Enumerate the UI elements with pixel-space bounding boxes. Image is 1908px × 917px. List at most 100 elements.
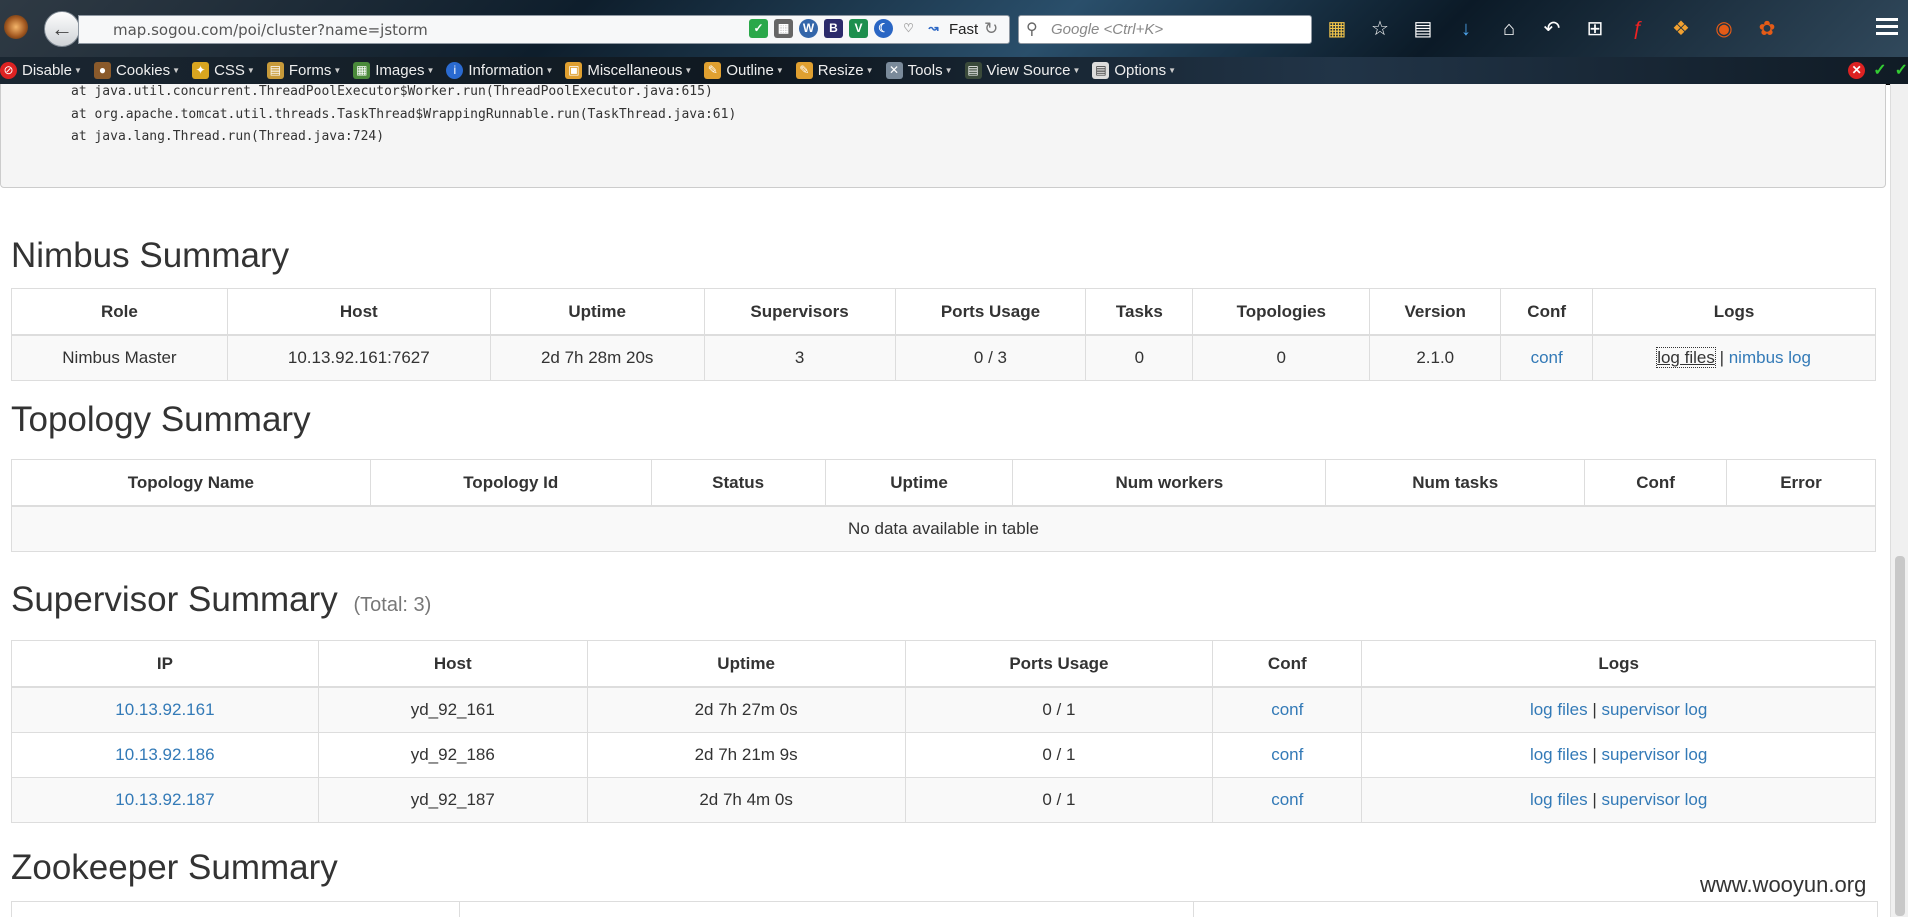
column-header[interactable]: Logs [1361,640,1876,688]
nimbus-host: 10.13.92.161:7627 [226,334,491,381]
column-header[interactable]: Error [1726,459,1876,507]
devbar-disable[interactable]: ⊘ Disable ▼ [0,61,82,79]
column-header[interactable]: Uptime [824,459,1014,507]
menu-icon[interactable] [1876,18,1898,39]
supervisor-conf-cell: conf [1212,686,1363,733]
supervisor-log-files-link[interactable]: log files [1530,700,1588,719]
column-header[interactable]: Ports Usage [904,640,1214,688]
supervisor-ports-usage: 0 / 1 [904,777,1214,823]
column-header[interactable]: Topology Name [11,459,371,507]
column-header[interactable]: Version [1369,288,1502,336]
zigzag-icon[interactable]: ↝ [924,19,943,38]
url-bar[interactable]: map.sogou.com/poi/cluster?name=jstorm ✓ … [78,15,1010,44]
crop-icon[interactable]: ⊞ [1580,15,1610,43]
supervisor-log-files-link[interactable]: log files [1530,745,1588,764]
column-header[interactable]: Num tasks [1325,459,1586,507]
supervisor-conf-link[interactable]: conf [1271,700,1303,719]
check-icon[interactable]: ✓ [1873,60,1886,80]
heart-icon[interactable]: ♡ [899,19,918,38]
column-header[interactable]: Ports Usage [894,288,1087,336]
column-header[interactable]: Host [317,640,588,688]
bookmark-star-icon[interactable]: ☆ [1365,15,1395,43]
devbar-view-source[interactable]: ▤ View Source ▼ [964,61,1080,79]
devbar-forms[interactable]: ▤ Forms ▼ [266,61,341,79]
supervisor-ip-link[interactable]: 10.13.92.161 [115,700,214,719]
home-icon[interactable]: ⌂ [1494,15,1524,43]
tools-icon: ✕ [885,61,903,79]
cookie-icon: ● [93,61,111,79]
column-header[interactable]: Conf [1212,640,1363,688]
devbar-cookies[interactable]: ● Cookies ▼ [93,61,180,79]
column-header[interactable]: Supervisors [703,288,896,336]
bookmarks-list-icon[interactable]: ▤ [1408,15,1438,43]
devbar-outline[interactable]: ✎ Outline ▼ [704,61,784,79]
column-header[interactable]: Topologies [1192,288,1371,336]
flash-icon[interactable]: ƒ [1623,15,1653,43]
devbar-images[interactable]: ▦ Images ▼ [353,61,435,79]
firefox-app-icon[interactable] [4,15,28,39]
nimbus-log-files-link[interactable]: log files [1656,347,1716,368]
supervisor-log-link[interactable]: supervisor log [1601,745,1707,764]
caret-icon: ▼ [865,65,874,75]
empty-table-message: No data available in table [11,505,1876,552]
column-header[interactable]: Num workers [1012,459,1327,507]
supervisor-conf-link[interactable]: conf [1271,790,1303,809]
supervisor-ip-link[interactable]: 10.13.92.186 [115,745,214,764]
supervisor-summary-title: Supervisor Summary (Total: 3) [11,580,431,620]
toolbar-icons: ▦ ☆ ▤ ↓ ⌂ ↶ ⊞ ƒ ❖ ◉ ✿ [1322,15,1782,43]
fox-icon[interactable]: ✿ [1752,15,1782,43]
devbar-tools[interactable]: ✕ Tools ▼ [885,61,953,79]
devbar-items: ⊘ Disable ▼ ● Cookies ▼ ✦ CSS ▼ ▤ Forms ▼ ▦ Image… [0,59,1188,81]
supervisor-uptime: 2d 7h 27m 0s [586,686,906,733]
supervisor-conf-link[interactable]: conf [1271,745,1303,764]
search-bar[interactable]: ⚲ Google <Ctrl+K> [1018,15,1312,44]
devbar-label: Miscellaneous [587,61,683,79]
supervisor-ip-link[interactable]: 10.13.92.187 [115,790,214,809]
column-header[interactable]: Tasks [1085,288,1194,336]
devbar-label: CSS [214,61,245,79]
column-header[interactable]: Conf [1500,288,1594,336]
firebug-icon[interactable]: ❖ [1666,15,1696,43]
devbar-resize[interactable]: ✎ Resize ▼ [795,61,874,79]
addon-icon[interactable]: ◉ [1709,15,1739,43]
column-header[interactable]: Conf [1584,459,1728,507]
supervisor-log-link[interactable]: supervisor log [1601,700,1707,719]
vertical-scrollbar[interactable] [1890,84,1908,917]
error-icon[interactable]: ✕ [1848,61,1866,79]
outline-pencil-icon: ✎ [704,61,722,79]
bold-b-icon[interactable]: B [824,19,843,38]
column-header[interactable]: Host [226,288,491,336]
nimbus-conf-link[interactable]: conf [1531,348,1563,367]
column-header[interactable]: Status [650,459,826,507]
devbar-css[interactable]: ✦ CSS ▼ [192,61,255,79]
download-icon[interactable]: ↓ [1451,15,1481,43]
column-header[interactable]: IP [11,640,319,688]
page-icon[interactable]: ▦ [1322,15,1352,43]
nimbus-log-link[interactable]: nimbus log [1729,348,1811,367]
supervisor-ip-cell: 10.13.92.161 [11,686,319,733]
column-header[interactable]: Uptime [586,640,906,688]
supervisor-log-link[interactable]: supervisor log [1601,790,1707,809]
column-header[interactable]: Role [11,288,228,336]
wot-icon[interactable]: W [799,19,818,38]
column-header[interactable]: Uptime [489,288,705,336]
caret-icon: ▼ [426,65,435,75]
v-extension-icon[interactable]: V [849,19,868,38]
column-header[interactable]: Topology Id [369,459,652,507]
nimbus-role: Nimbus Master [11,334,228,381]
reload-icon[interactable]: ↻ [984,19,998,39]
page-content: at java.util.concurrent.ThreadPoolExecut… [0,84,1890,917]
scrollbar-thumb[interactable] [1895,556,1905,916]
back-button[interactable]: ← [44,11,80,47]
devbar-options[interactable]: ▤ Options ▼ [1092,61,1176,79]
check-icon[interactable]: ✓ [1895,60,1908,80]
column-header[interactable]: Logs [1592,288,1876,336]
shield-icon[interactable]: ✓ [749,19,768,38]
supervisor-log-files-link[interactable]: log files [1530,790,1588,809]
undo-icon[interactable]: ↶ [1537,15,1567,43]
moon-icon[interactable]: ☾ [874,19,893,38]
devbar-information[interactable]: i Information ▼ [446,61,553,79]
trace-line: at java.lang.Thread.run(Thread.java:724) [71,129,385,144]
devbar-miscellaneous[interactable]: ▣ Miscellaneous ▼ [565,61,692,79]
qr-code-icon[interactable]: ▦ [774,19,793,38]
